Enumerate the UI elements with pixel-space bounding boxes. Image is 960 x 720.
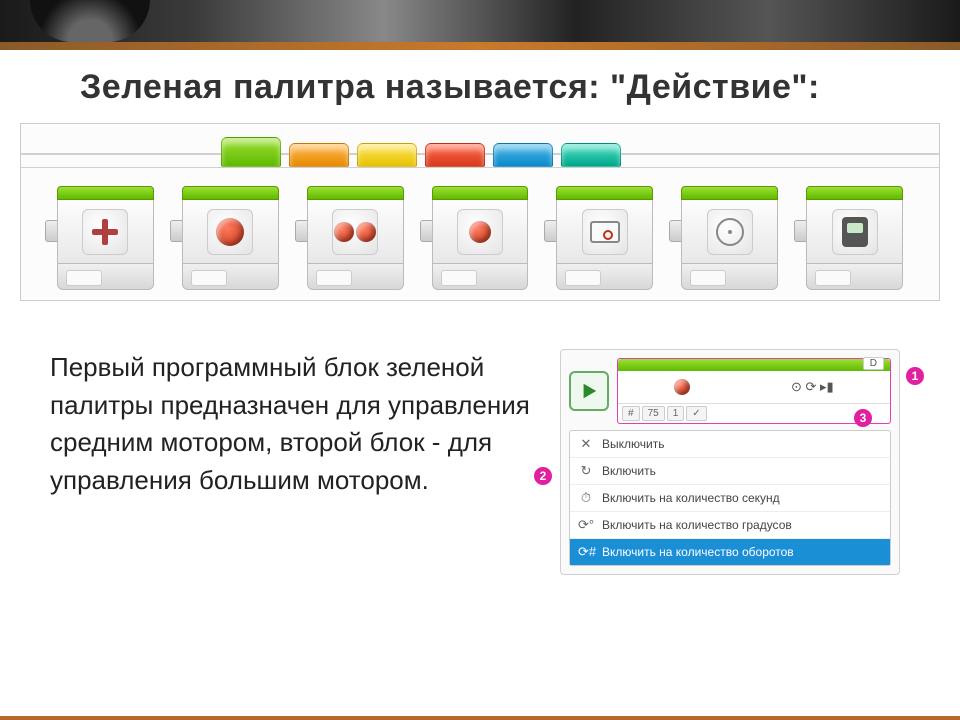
menu-label: Включить на количество градусов: [602, 518, 792, 532]
block-detail-callout: D ⊙ ⟳ ▸▮ # 75 1 ✓ ✕ Выключить: [560, 349, 920, 575]
menu-item-rotations[interactable]: ⟳# Включить на количество оборотов: [570, 539, 890, 565]
annotation-badge-3: 3: [854, 409, 872, 427]
palette-tabs: [21, 124, 939, 168]
action-blocks-row: [21, 168, 939, 290]
block-brick-light[interactable]: [806, 186, 903, 290]
block-move-steering[interactable]: [432, 186, 529, 290]
palette-tab-myblocks[interactable]: [561, 143, 621, 167]
medium-motor-icon: [92, 219, 118, 245]
block-medium-motor[interactable]: [57, 186, 154, 290]
brick-icon: [842, 217, 868, 247]
description-text: Первый программный блок зеленой палитры …: [50, 349, 530, 575]
block-move-tank[interactable]: [307, 186, 404, 290]
degrees-icon: ⟳°: [578, 517, 594, 533]
param-count[interactable]: 1: [667, 406, 685, 421]
on-icon: ↻: [578, 463, 594, 479]
sound-icon: [716, 218, 744, 246]
page-title: Зеленая палитра называется: "Действие":: [0, 50, 960, 123]
start-button[interactable]: [569, 371, 609, 411]
annotation-badge-2: 2: [534, 467, 552, 485]
block-sound[interactable]: [681, 186, 778, 290]
large-motor-icon: [216, 218, 244, 246]
menu-label: Включить: [602, 464, 656, 478]
palette-tab-data[interactable]: [425, 143, 485, 167]
seconds-icon: ⏱: [578, 490, 594, 506]
param-power[interactable]: 75: [642, 406, 665, 421]
annotation-badge-1: 1: [906, 367, 924, 385]
large-motor-icon: [674, 379, 690, 395]
param-brake[interactable]: ✓: [686, 406, 706, 421]
block-large-motor[interactable]: [182, 186, 279, 290]
mode-menu: ✕ Выключить ↻ Включить ⏱ Включить на кол…: [569, 430, 891, 566]
palette-tab-sensor[interactable]: [357, 143, 417, 167]
slide-header-decor: [0, 0, 960, 42]
palette-tab-advanced[interactable]: [493, 143, 553, 167]
menu-label: Выключить: [602, 437, 664, 451]
accent-bar-bottom: [0, 716, 960, 720]
motor-block-expanded[interactable]: D ⊙ ⟳ ▸▮ # 75 1 ✓: [617, 358, 891, 424]
steering-icon: [469, 221, 491, 243]
port-selector[interactable]: D: [863, 357, 884, 370]
menu-item-off[interactable]: ✕ Выключить: [570, 431, 890, 458]
play-icon: [580, 382, 598, 400]
palette-tab-action[interactable]: [221, 137, 281, 167]
two-motors-icon: [334, 222, 376, 242]
menu-label: Включить на количество секунд: [602, 491, 780, 505]
off-icon: ✕: [578, 436, 594, 452]
palette-panel: [20, 123, 940, 301]
palette-tab-flow[interactable]: [289, 143, 349, 167]
param-rotations-icon[interactable]: #: [622, 406, 640, 421]
mode-icons: ⊙ ⟳ ▸▮: [791, 379, 834, 395]
menu-item-on[interactable]: ↻ Включить: [570, 458, 890, 485]
menu-item-seconds[interactable]: ⏱ Включить на количество секунд: [570, 485, 890, 512]
menu-label: Включить на количество оборотов: [602, 545, 794, 559]
accent-bar: [0, 42, 960, 50]
display-icon: [590, 221, 620, 243]
block-display[interactable]: [556, 186, 653, 290]
menu-item-degrees[interactable]: ⟳° Включить на количество градусов: [570, 512, 890, 539]
rotations-icon: ⟳#: [578, 544, 594, 560]
